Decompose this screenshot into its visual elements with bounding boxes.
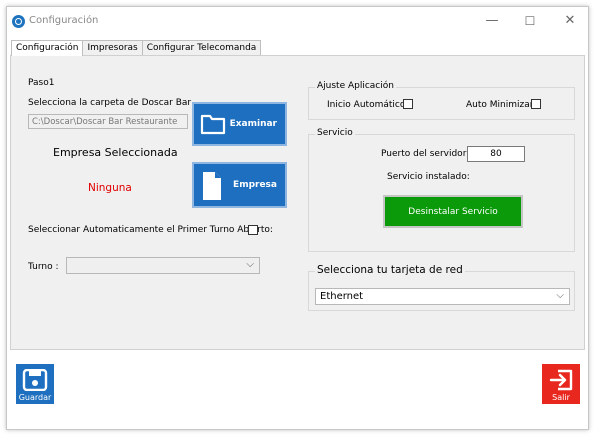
salir-label: Salir [552, 393, 570, 402]
folder-icon [200, 114, 226, 135]
auto-turno-checkbox[interactable] [248, 225, 258, 235]
empresa-label: Empresa [233, 180, 277, 190]
desinstalar-servicio-button[interactable]: Desinstalar Servicio [383, 195, 523, 228]
puerto-input[interactable]: 80 [467, 146, 525, 162]
folder-prompt: Selecciona la carpeta de Doscar Bar [28, 98, 192, 108]
title-bar: Configuración — ☐ ✕ [7, 7, 588, 37]
inicio-automatico-label: Inicio Automático: [327, 100, 409, 110]
auto-turno-label: Seleccionar Automaticamente el Primer Tu… [28, 225, 273, 235]
puerto-label: Puerto del servidor: [381, 149, 470, 159]
tab-content: Paso1 Selecciona la carpeta de Doscar Ba… [10, 55, 585, 350]
config-window: Configuración — ☐ ✕ Configuración Impres… [6, 6, 589, 430]
ajuste-group-label: Ajuste Aplicación [315, 81, 396, 91]
guardar-label: Guardar [18, 393, 52, 402]
chevron-down-icon: ⌵ [556, 290, 564, 301]
tab-configuracion[interactable]: Configuración [11, 40, 84, 56]
guardar-button[interactable]: Guardar [16, 364, 54, 404]
chevron-down-icon: ⌵ [246, 259, 254, 270]
tab-impresoras[interactable]: Impresoras [82, 40, 143, 55]
turno-label: Turno : [28, 262, 59, 272]
turno-select[interactable]: ⌵ [66, 257, 260, 274]
auto-minimizar-label: Auto Minimizar: [466, 100, 537, 110]
salir-button[interactable]: Salir [542, 364, 580, 404]
servicio-group-label: Servicio [315, 128, 355, 138]
exit-icon [549, 369, 573, 391]
ajuste-group: Ajuste Aplicación Inicio Automático: Aut… [308, 81, 575, 120]
servicio-group: Servicio Puerto del servidor: 80 Servici… [308, 128, 575, 252]
red-select[interactable]: Ethernet ⌵ [315, 288, 570, 305]
document-icon [203, 172, 221, 200]
app-icon [12, 15, 25, 28]
red-group: Selecciona tu tarjeta de red Ethernet ⌵ [308, 264, 575, 311]
window-title: Configuración [29, 15, 99, 26]
tab-bar: Configuración Impresoras Configurar Tele… [11, 40, 262, 56]
tab-configurar-telecomanda[interactable]: Configurar Telecomanda [141, 40, 262, 55]
red-selected-value: Ethernet [320, 291, 364, 302]
folder-path-field[interactable]: C:\Doscar\Doscar Bar Restaurante [28, 114, 188, 129]
examinar-button[interactable]: Examinar [192, 102, 287, 146]
inicio-automatico-checkbox[interactable] [403, 99, 413, 109]
save-icon [22, 369, 48, 391]
auto-minimizar-checkbox[interactable] [531, 99, 541, 109]
minimize-button[interactable]: — [475, 11, 509, 31]
paso1-label: Paso1 [28, 78, 55, 88]
examinar-label: Examinar [229, 119, 277, 129]
red-group-label: Selecciona tu tarjeta de red [315, 264, 465, 276]
empresa-value: Ninguna [88, 182, 132, 194]
servicio-estado-label: Servicio instalado: [387, 172, 470, 182]
maximize-button[interactable]: ☐ [513, 11, 547, 31]
close-button[interactable]: ✕ [553, 11, 587, 31]
empresa-button[interactable]: Empresa [192, 162, 287, 208]
empresa-title: Empresa Seleccionada [53, 146, 178, 159]
